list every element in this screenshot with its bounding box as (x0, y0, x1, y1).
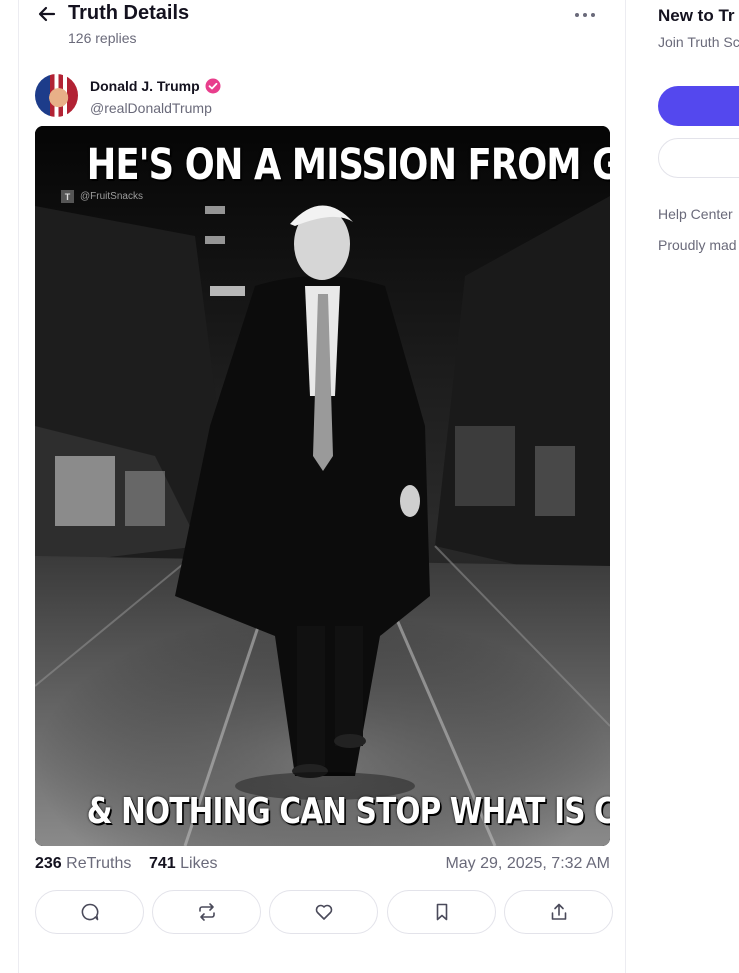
author-handle: @realDonaldTrump (90, 100, 212, 116)
post-timestamp: May 29, 2025, 7:32 AM (445, 855, 610, 872)
post-actions (33, 890, 613, 936)
retruth-button[interactable] (152, 890, 261, 934)
meme-top-caption: HE'S ON A MISSION FROM GOD (86, 140, 610, 190)
author-name: Donald J. Trump (90, 78, 200, 94)
page-header: Truth Details 126 replies (19, 0, 627, 56)
avatar[interactable] (35, 74, 78, 117)
more-dots-icon (575, 13, 595, 17)
post-stats: 236 ReTruths 741 Likes May 29, 2025, 7:3… (35, 855, 610, 877)
watermark-text: @FruitSnacks (80, 191, 143, 202)
truth-logo-icon: T (61, 190, 74, 203)
retruths-count: 236 (35, 855, 62, 872)
likes-label: Likes (180, 855, 218, 872)
retruths-label: ReTruths (66, 855, 132, 872)
share-icon (551, 903, 566, 920)
verified-badge-icon (205, 78, 221, 94)
main-column: Truth Details 126 replies Donald J. Trum… (18, 0, 626, 973)
sidebar-title: New to Tr (658, 6, 735, 25)
reply-icon (81, 903, 98, 921)
sign-up-button[interactable] (658, 86, 739, 126)
retruths-stat[interactable]: 236 ReTruths (35, 855, 131, 873)
more-options-button[interactable] (571, 4, 599, 26)
arrow-left-icon (38, 6, 56, 22)
share-button[interactable] (504, 890, 613, 934)
sidebar-description: Join Truth Sc details. (658, 34, 739, 50)
likes-count: 741 (149, 855, 176, 872)
replies-count: 126 replies (68, 30, 137, 46)
help-center-link[interactable]: Help Center (658, 206, 733, 222)
street-scene-illustration (35, 126, 610, 846)
bookmark-icon (436, 903, 447, 921)
page-title: Truth Details (68, 2, 190, 24)
post-author: Donald J. Trump @realDonaldTrump (35, 74, 595, 118)
like-button[interactable] (269, 890, 378, 934)
image-watermark: T @FruitSnacks (61, 190, 143, 203)
post-image[interactable]: HE'S ON A MISSION FROM GOD T @FruitSnack… (35, 126, 610, 846)
retruth-icon (198, 903, 215, 921)
right-sidebar: New to Tr Join Truth Sc details. Help Ce… (658, 0, 739, 973)
likes-stat[interactable]: 741 Likes (149, 855, 218, 873)
footer-text: Proudly mad America.us (658, 235, 739, 257)
back-button[interactable] (35, 2, 59, 26)
log-in-button[interactable] (658, 138, 739, 178)
proudly-text: Proudly mad America. (658, 237, 739, 253)
reply-button[interactable] (35, 890, 144, 934)
bookmark-button[interactable] (387, 890, 496, 934)
meme-bottom-caption: & NOTHING CAN STOP WHAT IS COMING (86, 791, 610, 832)
author-name-row[interactable]: Donald J. Trump (90, 78, 221, 94)
heart-icon (315, 904, 332, 920)
